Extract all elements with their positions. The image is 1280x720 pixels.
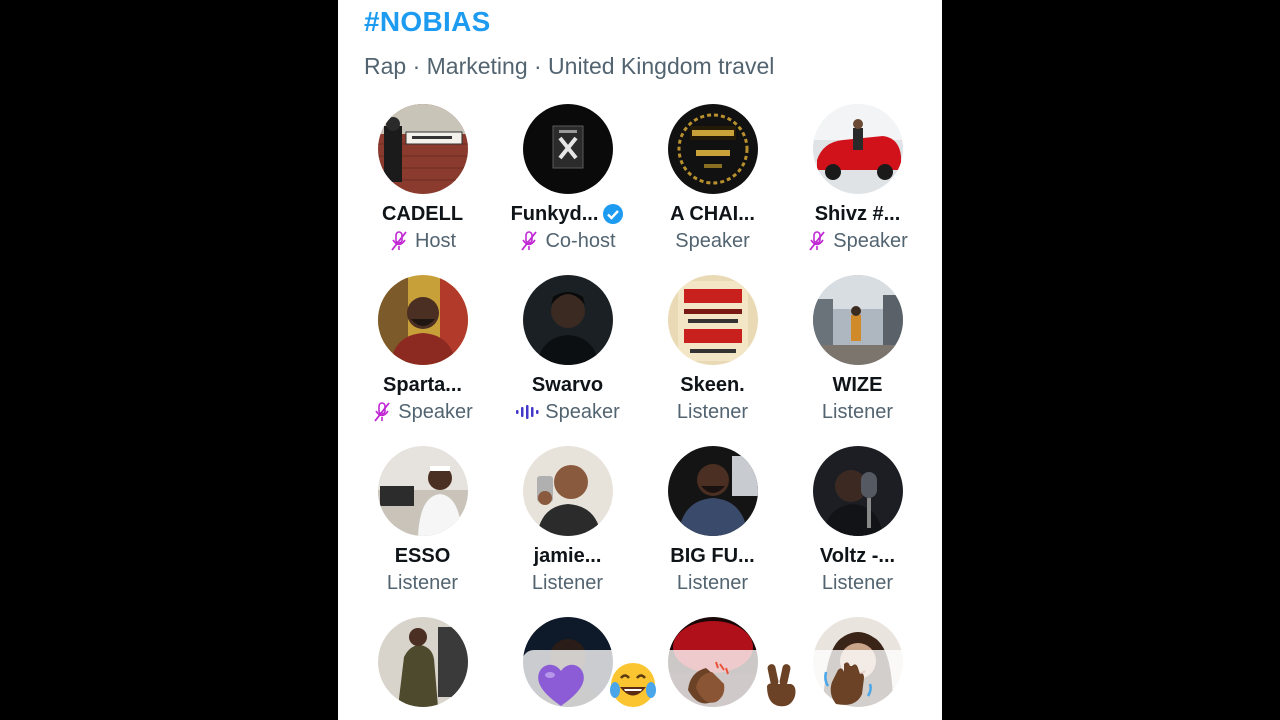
participant-name: A CHAI...: [670, 202, 755, 225]
participant-role: Listener: [531, 571, 604, 594]
verified-badge-icon: [603, 204, 624, 224]
participant-name: Swarvo: [531, 373, 604, 396]
participant-card[interactable]: A CHAI... Speaker: [640, 104, 785, 253]
avatar[interactable]: [522, 446, 613, 536]
space-panel: #NOBIAS Rap · Marketing · United Kingdom…: [338, 0, 942, 720]
participant-card[interactable]: Sparta... Speaker: [350, 275, 495, 424]
muted-mic-icon: [391, 231, 407, 251]
participant-role: Listener: [821, 571, 894, 594]
victory-hand-icon[interactable]: [754, 658, 808, 712]
participant-role: Speaker: [495, 400, 640, 424]
participant-card[interactable]: ESSO Listener: [350, 446, 495, 595]
participant-card[interactable]: Shivz #... Speaker: [785, 104, 930, 253]
participant-card[interactable]: jamie... Listener: [495, 446, 640, 595]
muted-mic-icon: [809, 231, 825, 251]
participant-role: Listener: [676, 571, 749, 594]
participant-name: ESSO: [394, 544, 451, 567]
participant-name: Skeen.: [680, 373, 745, 396]
laughing-face-icon[interactable]: [606, 658, 660, 712]
participant-name: WIZE: [832, 373, 883, 396]
participant-role: Co-host: [495, 229, 640, 253]
participant-role: Speaker: [350, 400, 495, 424]
participant-card[interactable]: CADELL Host: [350, 104, 495, 253]
avatar[interactable]: [377, 275, 468, 365]
clapping-hands-icon[interactable]: [680, 658, 734, 712]
participant-role: Speaker: [675, 229, 750, 252]
avatar[interactable]: [812, 275, 903, 365]
participant-card[interactable]: Voltz -... Listener: [785, 446, 930, 595]
avatar[interactable]: [522, 275, 613, 365]
avatar[interactable]: [667, 446, 758, 536]
participant-name: Shivz #...: [814, 202, 901, 225]
purple-heart-icon[interactable]: [534, 658, 588, 712]
muted-mic-icon: [521, 231, 538, 251]
participant-role: Speaker: [785, 229, 930, 253]
participant-role: Host: [350, 229, 495, 253]
space-title: #NOBIAS: [364, 6, 491, 37]
muted-mic-icon: [374, 402, 390, 422]
participant-card[interactable]: WIZE Listener: [785, 275, 930, 424]
participant-name: CADELL: [381, 202, 464, 225]
participant-name: Sparta...: [383, 373, 462, 396]
participant-role: Listener: [821, 400, 894, 423]
participant-card[interactable]: Swarvo Speaker: [495, 275, 640, 424]
avatar[interactable]: [812, 446, 903, 536]
avatar[interactable]: [667, 104, 758, 194]
participant-role: Listener: [386, 571, 459, 594]
avatar[interactable]: [377, 446, 468, 536]
participant-role: Listener: [676, 400, 749, 423]
waving-hand-icon[interactable]: [822, 658, 876, 712]
avatar[interactable]: [667, 275, 758, 365]
reaction-bar: [522, 650, 912, 720]
avatar[interactable]: [522, 104, 613, 194]
avatar[interactable]: [812, 104, 903, 194]
participant-name: jamie...: [533, 544, 602, 567]
participant-name: BIG FU...: [670, 544, 755, 567]
participant-card[interactable]: Funkyd... Co-host: [495, 104, 640, 253]
participant-name: Voltz -...: [819, 544, 896, 567]
participant-card[interactable]: Skeen. Listener: [640, 275, 785, 424]
participant-card[interactable]: BIG FU... Listener: [640, 446, 785, 595]
avatar[interactable]: [377, 617, 468, 707]
avatar[interactable]: [377, 104, 468, 194]
speaking-wave-icon: [516, 405, 539, 419]
participant-name: Funkyd...: [495, 202, 640, 226]
space-topics: Rap · Marketing · United Kingdom travel: [364, 53, 775, 79]
participant-card[interactable]: [350, 617, 495, 707]
